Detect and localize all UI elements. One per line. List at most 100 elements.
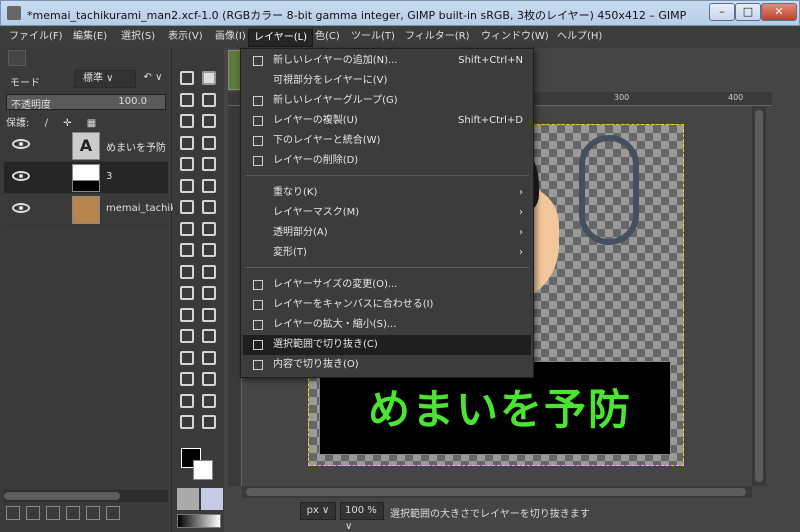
tool-icon[interactable] [202, 307, 216, 322]
undo-icon[interactable]: ↶ ∨ [138, 70, 168, 88]
menu-item-scale-layer[interactable]: レイヤーの拡大・縮小(S)... [243, 315, 531, 335]
tool-icon[interactable] [202, 372, 216, 386]
menu-item-mask[interactable]: レイヤーマスク(M) › [243, 203, 531, 223]
tool-icon[interactable] [180, 243, 194, 257]
tool-icon[interactable] [202, 71, 216, 85]
tool-icon[interactable] [202, 286, 216, 300]
tool-icon[interactable] [180, 372, 194, 386]
tool-icon[interactable] [202, 178, 216, 193]
layers-scrollbar[interactable] [4, 490, 168, 502]
menu-image[interactable]: 画像(I) [210, 29, 251, 47]
menu-item-duplicate-layer[interactable]: レイヤーの複製(U) Shift+Ctrl+D [243, 111, 531, 131]
tool-icon[interactable] [180, 71, 194, 85]
menu-item-new-layer[interactable]: 新しいレイヤーの追加(N)... Shift+Ctrl+N [243, 51, 531, 71]
tool-icon[interactable] [202, 200, 216, 214]
menu-filters[interactable]: フィルター(R) [400, 29, 475, 47]
tool-icon[interactable] [180, 415, 194, 429]
crop-icon [253, 360, 263, 370]
layers-dock: モード 標準 ∨ ↶ ∨ 不透明度 100.0 保護: ∕ ✛ ▦ A めまいを… [0, 48, 176, 532]
new-layer-icon[interactable] [6, 506, 20, 520]
tool-icon[interactable] [202, 221, 216, 236]
tool-icon[interactable] [202, 329, 216, 343]
tool-icon[interactable] [180, 200, 194, 214]
menu-item-transparency[interactable]: 透明部分(A) › [243, 223, 531, 243]
tool-icon[interactable] [202, 114, 216, 128]
tool-icon[interactable] [180, 178, 194, 193]
tool-icon[interactable] [202, 393, 216, 408]
maximize-button[interactable]: □ [735, 3, 761, 21]
tool-icon[interactable] [180, 307, 194, 322]
menu-item-new-layer-group[interactable]: 新しいレイヤーグループ(G) [243, 91, 531, 111]
duplicate-layer-icon[interactable] [86, 506, 100, 520]
tool-icon[interactable] [202, 264, 216, 279]
tool-icon[interactable] [180, 286, 194, 300]
tool-icon[interactable] [202, 350, 216, 365]
menu-tools[interactable]: ツール(T) [346, 29, 400, 47]
brush-pattern-selector[interactable] [177, 488, 223, 512]
scrollbar-thumb[interactable] [4, 492, 120, 500]
mode-select[interactable]: 標準 ∨ [74, 70, 136, 88]
horizontal-scrollbar[interactable] [242, 486, 752, 498]
menu-item-merge-down[interactable]: 下のレイヤーと統合(W) [243, 131, 531, 151]
new-group-icon[interactable] [26, 506, 40, 520]
menu-item-layer-to-image-size[interactable]: レイヤーをキャンバスに合わせる(I) [243, 295, 531, 315]
layer-row[interactable]: memai_tachik [4, 194, 176, 226]
pencil-lock-icon[interactable]: ∕ [45, 118, 48, 129]
menu-file[interactable]: ファイル(F) [4, 29, 68, 47]
cross-arrows-icon[interactable]: ✛ [63, 118, 71, 129]
eye-icon[interactable] [12, 203, 30, 213]
menu-item-crop-to-content[interactable]: 内容で切り抜き(O) [243, 355, 531, 375]
tool-icon[interactable] [202, 243, 216, 257]
menu-layer[interactable]: レイヤー(L) [248, 29, 314, 47]
tool-icon[interactable] [180, 135, 194, 150]
layer-row[interactable]: A めまいを予防 [4, 130, 168, 162]
tool-icon[interactable] [202, 135, 216, 150]
delete-layer-icon[interactable] [106, 506, 120, 520]
menu-item-new-from-visible[interactable]: 可視部分をレイヤーに(V) [243, 71, 531, 91]
layer-row[interactable]: 3 [4, 162, 168, 194]
gradient-selector[interactable] [177, 514, 221, 528]
color-swatches[interactable] [181, 448, 215, 482]
raise-layer-icon[interactable] [46, 506, 60, 520]
menu-color[interactable]: 色(C) [310, 29, 345, 47]
tool-icon[interactable] [202, 415, 216, 429]
menu-view[interactable]: 表示(V) [163, 29, 208, 47]
tool-icon[interactable] [202, 92, 216, 107]
close-button[interactable]: ✕ [761, 3, 797, 21]
menu-edit[interactable]: 編集(E) [68, 29, 112, 47]
layers-tab-icon[interactable] [8, 50, 26, 66]
zoom-select[interactable]: 100 % ∨ [340, 502, 384, 532]
pattern-icon[interactable] [201, 488, 223, 510]
lower-layer-icon[interactable] [66, 506, 80, 520]
background-color[interactable] [193, 460, 213, 480]
tool-icon[interactable] [180, 264, 194, 279]
unit-select[interactable]: px ∨ [300, 502, 336, 520]
checker-icon[interactable]: ▦ [87, 118, 96, 129]
opacity-slider[interactable]: 不透明度 100.0 [6, 94, 166, 111]
tool-icon[interactable] [180, 350, 194, 365]
tool-icon[interactable] [180, 157, 194, 171]
mode-row: モード 標準 ∨ ↶ ∨ [4, 70, 168, 90]
eye-icon[interactable] [12, 139, 30, 149]
tool-icon[interactable] [180, 114, 194, 128]
layer-menu-dropdown: 新しいレイヤーの追加(N)... Shift+Ctrl+N 可視部分をレイヤーに(… [240, 48, 534, 378]
vertical-scrollbar[interactable] [752, 106, 766, 486]
menu-item-layer-boundary-size[interactable]: レイヤーサイズの変更(O)... [243, 275, 531, 295]
menu-item-stack[interactable]: 重なり(K) › [243, 183, 531, 203]
tool-icon[interactable] [180, 393, 194, 408]
menu-windows[interactable]: ウィンドウ(W) [476, 29, 554, 47]
menu-item-crop-to-selection[interactable]: 選択範囲で切り抜き(C) [243, 335, 531, 355]
minimize-button[interactable]: – [709, 3, 735, 21]
brush-icon[interactable] [177, 488, 199, 510]
tool-icon[interactable] [180, 221, 194, 236]
eye-icon[interactable] [12, 171, 30, 181]
tool-icon[interactable] [202, 157, 216, 171]
menu-help[interactable]: ヘルプ(H) [552, 29, 607, 47]
tool-icon[interactable] [180, 92, 194, 107]
menu-item-delete-layer[interactable]: レイヤーの削除(D) [243, 151, 531, 171]
scrollbar-thumb[interactable] [755, 110, 763, 482]
menu-item-transform[interactable]: 変形(T) › [243, 243, 531, 263]
tool-icon[interactable] [180, 329, 194, 343]
menu-select[interactable]: 選択(S) [116, 29, 160, 47]
scrollbar-thumb[interactable] [246, 488, 746, 496]
